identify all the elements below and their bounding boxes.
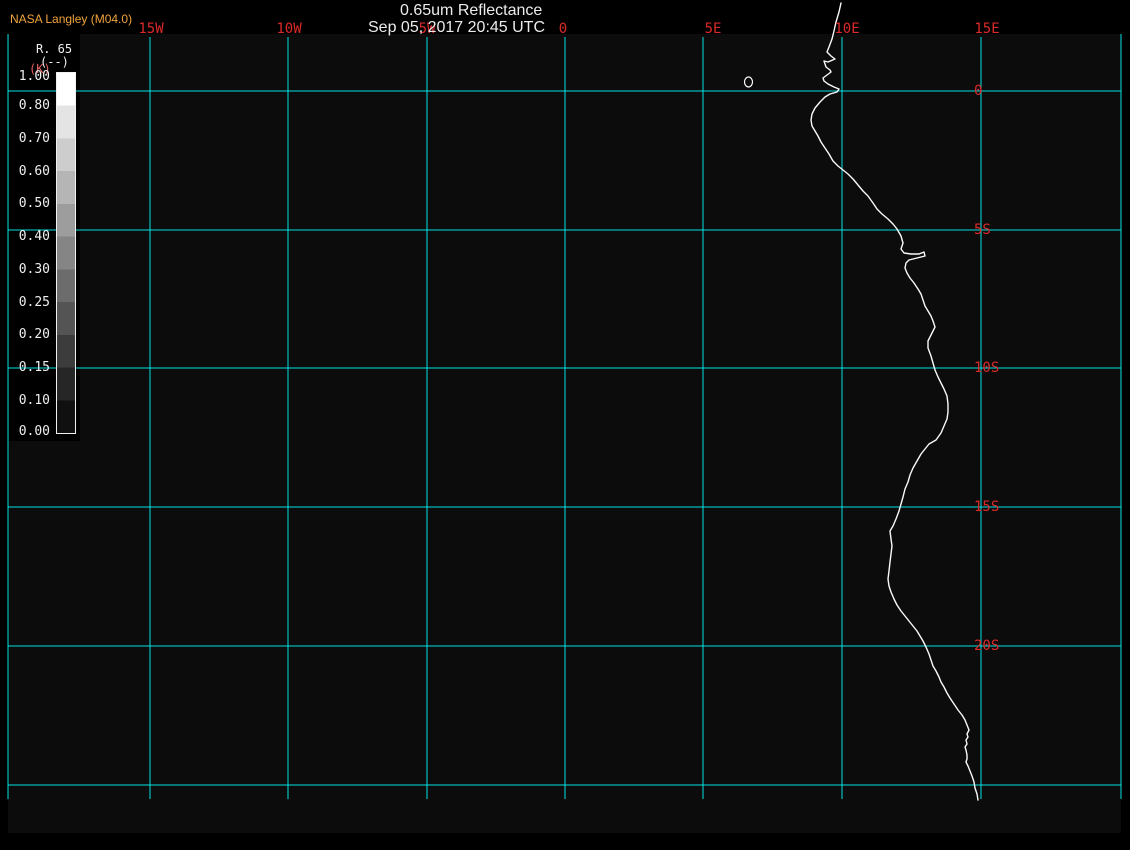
latitude-label: 20S xyxy=(974,638,1000,654)
longitude-label: 15E xyxy=(974,21,1000,37)
latitude-label: 15S xyxy=(974,499,1000,515)
latitude-label: 10S xyxy=(974,360,1000,376)
latitude-label: 5S xyxy=(974,222,991,238)
satellite-image-display: R. 65 (--) (K) 1.00 0.80 0.70 0.60 0.50 0.40 0… xyxy=(0,0,1130,850)
colorbar-tick-label: 0.10 xyxy=(18,393,50,408)
colorbar-tick-label: 0.80 xyxy=(18,98,50,113)
image-timestamp: Sep 05, 2017 20:45 UTC xyxy=(368,19,546,36)
colorbar-tick-label: 0.60 xyxy=(18,164,50,179)
colorbar-tick-label: 1.00 xyxy=(18,69,50,84)
colorbar-product-label: R. 65 xyxy=(36,42,73,56)
map-graticule-and-coastline xyxy=(7,2,1122,801)
colorbar-tick-label: 0.20 xyxy=(18,327,50,342)
longitude-label: 10E xyxy=(834,21,860,37)
coastline xyxy=(810,2,979,801)
colorbar-tick-label: 0.25 xyxy=(18,295,50,310)
longitude-label: 5E xyxy=(704,21,722,37)
longitude-label: 0 xyxy=(558,21,568,37)
island-outline xyxy=(743,76,754,88)
colorbar-tick-label: 0.30 xyxy=(18,262,50,277)
image-title: 0.65um Reflectance xyxy=(400,2,543,19)
colorbar-gradient xyxy=(56,72,76,434)
colorbar-tick-label: 0.70 xyxy=(18,131,50,146)
status-bar: MT10 0.65UM REFLECTANCE SEP 05, 2017 20:… xyxy=(0,833,1130,850)
longitude-label: 10W xyxy=(276,21,302,37)
colorbar-tick-label: 0.40 xyxy=(18,229,50,244)
longitude-label: 15W xyxy=(138,21,164,37)
colorbar-tick-label: 0.50 xyxy=(18,196,50,211)
source-label: NASA Langley (M04.0) xyxy=(10,12,133,26)
latitude-label: 0 xyxy=(974,83,983,99)
colorbar-tick-label: 0.15 xyxy=(18,360,50,375)
colorbar-tick-label: 0.00 xyxy=(18,424,50,439)
